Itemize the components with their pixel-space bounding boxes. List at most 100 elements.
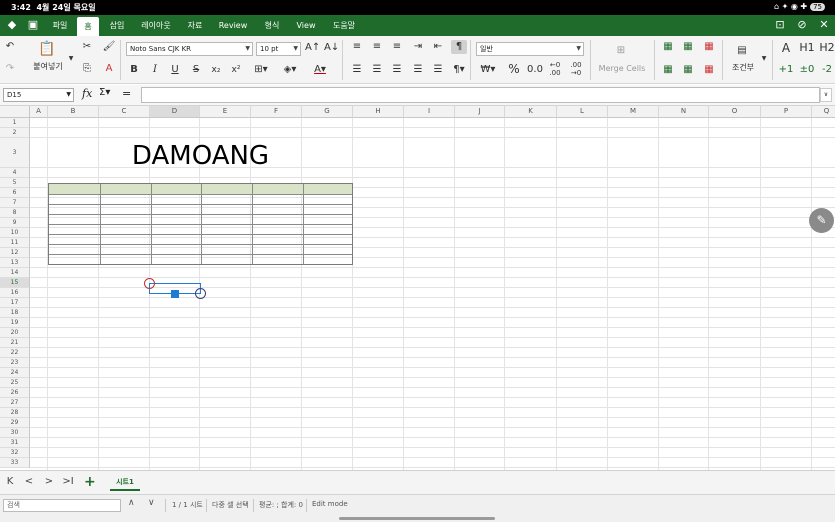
align-middle-icon[interactable]: ≡	[370, 40, 384, 54]
column-header-f[interactable]: F	[251, 106, 302, 118]
clear-format-icon[interactable]: A	[102, 62, 116, 76]
percent-button[interactable]: %	[506, 62, 522, 76]
selection-handle-start[interactable]	[144, 278, 155, 289]
align-center-icon[interactable]: ☰	[370, 63, 384, 77]
merge-cells-icon[interactable]: ⊞	[613, 44, 629, 58]
row-header-19[interactable]: 19	[0, 318, 30, 328]
row-header-20[interactable]: 20	[0, 328, 30, 338]
redo-icon[interactable]: ↷	[3, 62, 17, 76]
row-header-23[interactable]: 23	[0, 358, 30, 368]
save-icon[interactable]: ▣	[26, 18, 40, 32]
row-header-30[interactable]: 30	[0, 428, 30, 438]
row-header-11[interactable]: 11	[0, 238, 30, 248]
first-sheet-icon[interactable]: K	[4, 476, 16, 490]
column-header-d[interactable]: D	[150, 106, 200, 118]
row-header-22[interactable]: 22	[0, 348, 30, 358]
tab-view[interactable]: View	[292, 15, 320, 36]
text-direction-icon[interactable]: ¶▾	[451, 63, 467, 77]
row-header-10[interactable]: 10	[0, 228, 30, 238]
sheet-title-cell[interactable]: DAMOANG	[48, 141, 353, 171]
row-header-6[interactable]: 6	[0, 188, 30, 198]
justify-icon[interactable]: ☰	[411, 63, 425, 77]
function-icon[interactable]: fx	[82, 87, 92, 100]
search-input[interactable]: 검색	[3, 499, 121, 512]
paste-dropdown-icon[interactable]: ▼	[67, 52, 75, 66]
tab-format[interactable]: 형식	[258, 15, 286, 36]
increase-font-icon[interactable]: A↑	[305, 41, 320, 55]
column-header-m[interactable]: M	[608, 106, 659, 118]
wrap-text-icon[interactable]: ¶	[451, 40, 467, 54]
fill-handle[interactable]	[171, 290, 179, 298]
indent-decrease-icon[interactable]: ⇤	[431, 40, 445, 54]
row-header-8[interactable]: 8	[0, 208, 30, 218]
decrease-decimal-icon[interactable]: .00 →0	[568, 61, 584, 77]
font-name-select[interactable]: Noto Sans CJK KR ▼	[126, 42, 253, 56]
row-header-24[interactable]: 24	[0, 368, 30, 378]
column-header-q[interactable]: Q	[812, 106, 835, 118]
style-heading1-button[interactable]: H1	[798, 41, 816, 55]
neutral-style-icon[interactable]: ±0	[798, 63, 816, 77]
formula-input[interactable]	[141, 87, 820, 103]
edit-pencil-button[interactable]: ✎	[809, 208, 834, 233]
align-bottom-icon[interactable]: ≡	[390, 40, 404, 54]
row-header-5[interactable]: 5	[0, 178, 30, 188]
bordered-table[interactable]	[48, 183, 353, 265]
bad-style-icon[interactable]: -2	[818, 63, 835, 77]
currency-icon[interactable]: ₩▾	[477, 63, 499, 77]
insert-row-icon[interactable]: ▦	[661, 40, 675, 54]
align-right-icon[interactable]: ☰	[390, 63, 404, 77]
row-header-33[interactable]: 33	[0, 458, 30, 468]
decrease-font-icon[interactable]: A↓	[324, 41, 339, 55]
tab-help[interactable]: 도움말	[326, 15, 362, 36]
add-sheet-button[interactable]: +	[84, 474, 96, 490]
delete-cell-icon[interactable]: ▦	[702, 63, 716, 77]
good-style-icon[interactable]: +1	[778, 63, 794, 77]
name-box[interactable]: D15 ▼	[3, 88, 74, 102]
column-header-g[interactable]: G	[302, 106, 353, 118]
column-header-e[interactable]: E	[200, 106, 251, 118]
row-header-31[interactable]: 31	[0, 438, 30, 448]
column-header-b[interactable]: B	[48, 106, 99, 118]
conditional-dropdown-icon[interactable]: ▼	[760, 52, 768, 66]
superscript-icon[interactable]: x²	[229, 63, 243, 77]
clipboard-icon[interactable]: 📋	[38, 42, 55, 56]
fill-color-icon[interactable]: ◈▾	[279, 63, 301, 77]
sum-icon[interactable]: Σ▾	[99, 87, 110, 98]
conditional-format-label[interactable]: 조건부	[726, 61, 760, 75]
row-header-17[interactable]: 17	[0, 298, 30, 308]
row-header-32[interactable]: 32	[0, 448, 30, 458]
bold-icon[interactable]: B	[127, 63, 141, 77]
distribute-icon[interactable]: ☰	[431, 63, 445, 77]
table-icon[interactable]: ▦	[681, 63, 695, 77]
spreadsheet-grid[interactable]: ABCDEFGHIJKLMNOPQ 1 2 3 4 5 6 7 8 9 10 11 12 13 14 15 1…	[0, 106, 835, 470]
row-header-1[interactable]: 1	[0, 118, 30, 128]
column-header-l[interactable]: L	[557, 106, 608, 118]
column-header-i[interactable]: I	[404, 106, 455, 118]
last-sheet-icon[interactable]: >I	[62, 476, 74, 490]
subscript-icon[interactable]: x₂	[209, 63, 223, 77]
tab-insert[interactable]: 삽입	[104, 15, 130, 36]
insert-col-icon[interactable]: ▦	[681, 40, 695, 54]
compass-icon[interactable]: ⊘	[795, 18, 809, 32]
number-format-select[interactable]: 일반 ▼	[476, 42, 584, 56]
column-header-o[interactable]: O	[709, 106, 761, 118]
row-header-25[interactable]: 25	[0, 378, 30, 388]
comma-style-button[interactable]: 0.0	[526, 63, 544, 77]
column-header-j[interactable]: J	[455, 106, 505, 118]
column-header-h[interactable]: H	[353, 106, 404, 118]
undo-icon[interactable]: ↶	[3, 40, 17, 54]
column-header-c[interactable]: C	[99, 106, 150, 118]
tab-home[interactable]: 홈	[77, 17, 99, 36]
paste-label[interactable]: 붙여넣기	[28, 60, 68, 74]
column-header-k[interactable]: K	[505, 106, 557, 118]
italic-icon[interactable]: I	[148, 63, 162, 77]
home-indicator[interactable]	[339, 517, 495, 520]
insert-cell-icon[interactable]: ▦	[661, 63, 675, 77]
row-header-7[interactable]: 7	[0, 198, 30, 208]
row-header-14[interactable]: 14	[0, 268, 30, 278]
tab-review[interactable]: Review	[214, 15, 252, 36]
font-color-icon[interactable]: A▾	[309, 63, 331, 77]
row-header-15[interactable]: 15	[0, 278, 30, 288]
increase-decimal-icon[interactable]: ←0.00	[547, 61, 563, 77]
cut-icon[interactable]: ✂	[80, 40, 94, 54]
